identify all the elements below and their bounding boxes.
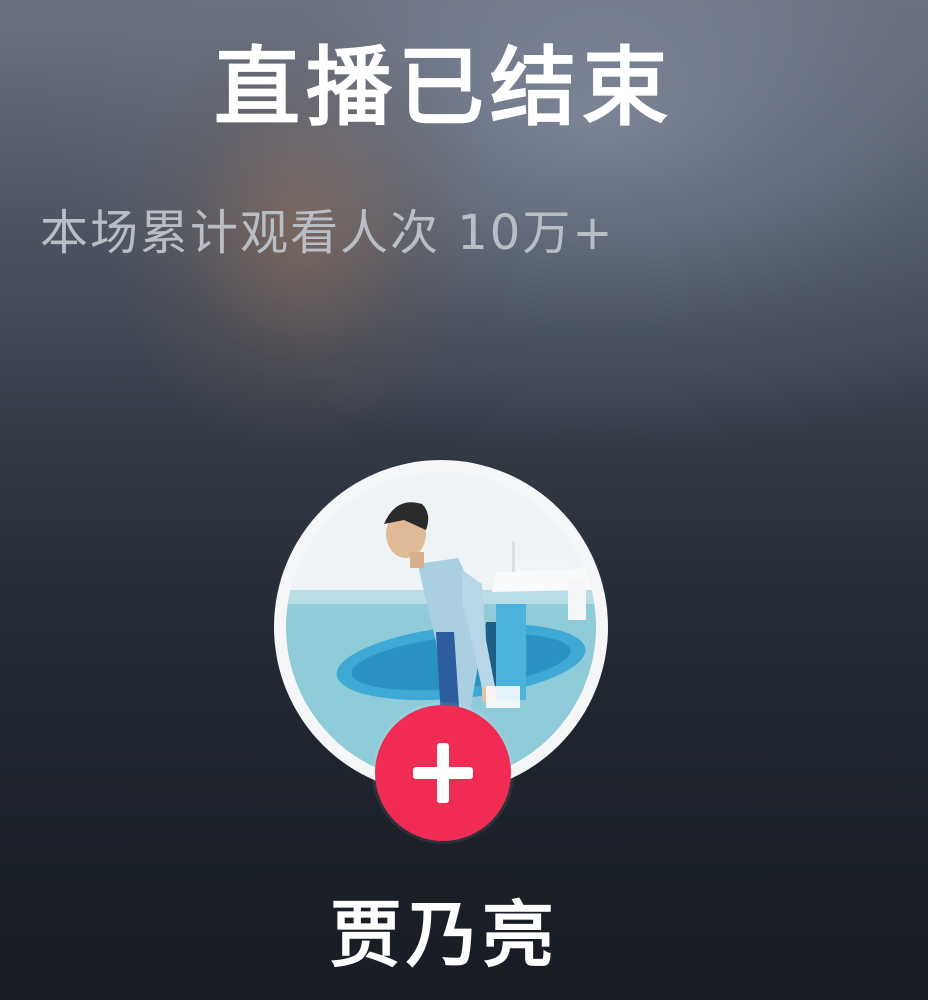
follow-button[interactable] [375, 705, 511, 841]
plus-icon-vertical [437, 743, 449, 803]
live-ended-screen: 直播已结束 本场累计观看人次 10万+ 贾乃亮 [0, 0, 928, 1000]
live-ended-title: 直播已结束 [214, 38, 674, 138]
viewer-count-summary: 本场累计观看人次 10万+ [40, 205, 615, 261]
host-name[interactable]: 贾乃亮 [0, 885, 888, 985]
